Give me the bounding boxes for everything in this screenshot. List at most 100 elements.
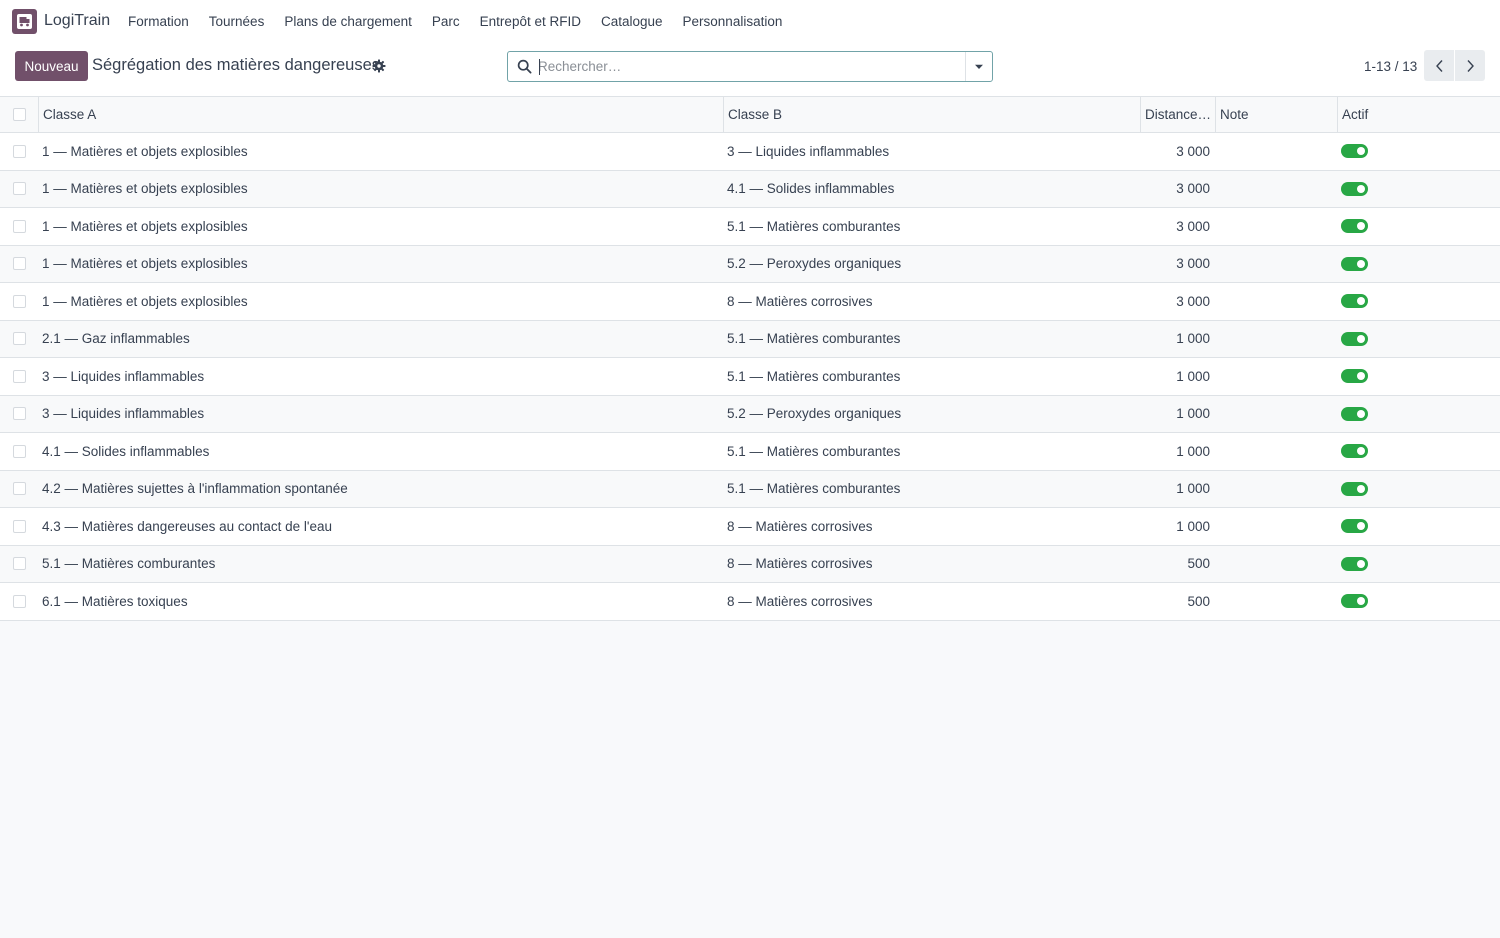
new-button[interactable]: Nouveau <box>15 51 88 81</box>
table-row[interactable]: 5.1 — Matières comburantes 8 — Matières c… <box>0 545 1500 583</box>
table-row[interactable]: 1 — Matières et objets explosibles 8 — Ma… <box>0 283 1500 321</box>
pager-value[interactable]: 1-13 / 13 <box>1364 59 1417 74</box>
cell-classe-b[interactable]: 5.1 — Matières comburantes <box>723 358 1140 395</box>
table-row[interactable]: 2.1 — Gaz inflammables 5.1 — Matières com… <box>0 320 1500 358</box>
row-checkbox[interactable] <box>12 519 26 533</box>
row-checkbox[interactable] <box>12 407 26 421</box>
cell-distance[interactable]: 3 000 <box>1140 283 1215 320</box>
row-checkbox[interactable] <box>12 332 26 346</box>
cell-classe-a[interactable]: 1 — Matières et objets explosibles <box>38 208 723 245</box>
cell-note[interactable] <box>1215 546 1337 583</box>
cell-classe-a[interactable]: 4.1 — Solides inflammables <box>38 433 723 470</box>
active-toggle[interactable] <box>1341 594 1368 609</box>
cell-classe-b[interactable]: 8 — Matières corrosives <box>723 546 1140 583</box>
row-checkbox[interactable] <box>12 557 26 571</box>
cell-distance[interactable]: 1 000 <box>1140 433 1215 470</box>
cell-classe-a[interactable]: 3 — Liquides inflammables <box>38 396 723 433</box>
cell-distance[interactable]: 500 <box>1140 546 1215 583</box>
cell-distance[interactable]: 3 000 <box>1140 246 1215 283</box>
active-toggle[interactable] <box>1341 256 1368 271</box>
cell-note[interactable] <box>1215 133 1337 170</box>
cell-distance[interactable]: 1 000 <box>1140 358 1215 395</box>
cell-classe-b[interactable]: 8 — Matières corrosives <box>723 283 1140 320</box>
table-row[interactable]: 1 — Matières et objets explosibles 5.2 — … <box>0 245 1500 283</box>
row-checkbox[interactable] <box>12 257 26 271</box>
column-header-distance[interactable]: Distance… <box>1140 97 1215 132</box>
active-toggle[interactable] <box>1341 294 1368 309</box>
row-checkbox[interactable] <box>12 369 26 383</box>
cell-classe-b[interactable]: 5.1 — Matières comburantes <box>723 471 1140 508</box>
cell-note[interactable] <box>1215 208 1337 245</box>
cell-classe-b[interactable]: 4.1 — Solides inflammables <box>723 171 1140 208</box>
table-row[interactable]: 4.2 — Matières sujettes à l'inflammation… <box>0 470 1500 508</box>
cell-note[interactable] <box>1215 246 1337 283</box>
select-all-checkbox[interactable] <box>12 108 26 121</box>
cell-distance[interactable]: 500 <box>1140 583 1215 620</box>
menu-plans-de-chargement[interactable]: Plans de chargement <box>274 14 422 29</box>
cell-classe-b[interactable]: 5.2 — Peroxydes organiques <box>723 396 1140 433</box>
app-name[interactable]: LogiTrain <box>44 12 110 30</box>
cell-classe-b[interactable]: 8 — Matières corrosives <box>723 583 1140 620</box>
active-toggle[interactable] <box>1341 144 1368 159</box>
cell-note[interactable] <box>1215 358 1337 395</box>
column-header-actif[interactable]: Actif <box>1337 97 1500 132</box>
cell-note[interactable] <box>1215 583 1337 620</box>
cell-classe-b[interactable]: 5.2 — Peroxydes organiques <box>723 246 1140 283</box>
search-input[interactable] <box>538 55 958 78</box>
row-checkbox[interactable] <box>12 182 26 196</box>
menu-parc[interactable]: Parc <box>422 14 470 29</box>
cell-note[interactable] <box>1215 321 1337 358</box>
cell-classe-a[interactable]: 5.1 — Matières comburantes <box>38 546 723 583</box>
row-checkbox[interactable] <box>12 444 26 458</box>
cell-note[interactable] <box>1215 396 1337 433</box>
app-logo-icon[interactable] <box>12 9 37 34</box>
cell-note[interactable] <box>1215 433 1337 470</box>
cell-distance[interactable]: 1 000 <box>1140 471 1215 508</box>
menu-formation[interactable]: Formation <box>118 14 199 29</box>
active-toggle[interactable] <box>1341 556 1368 571</box>
pager-next-button[interactable] <box>1455 50 1485 81</box>
cell-note[interactable] <box>1215 508 1337 545</box>
cell-classe-a[interactable]: 3 — Liquides inflammables <box>38 358 723 395</box>
cell-classe-b[interactable]: 3 — Liquides inflammables <box>723 133 1140 170</box>
menu-entrepot-et-rfid[interactable]: Entrepôt et RFID <box>470 14 591 29</box>
menu-personnalisation[interactable]: Personnalisation <box>673 14 793 29</box>
table-row[interactable]: 1 — Matières et objets explosibles 5.1 — … <box>0 208 1500 246</box>
table-row[interactable]: 3 — Liquides inflammables 5.1 — Matières … <box>0 358 1500 396</box>
cell-classe-a[interactable]: 6.1 — Matières toxiques <box>38 583 723 620</box>
active-toggle[interactable] <box>1341 331 1368 346</box>
active-toggle[interactable] <box>1341 481 1368 496</box>
menu-catalogue[interactable]: Catalogue <box>591 14 673 29</box>
active-toggle[interactable] <box>1341 181 1368 196</box>
table-row[interactable]: 4.3 — Matières dangereuses au contact de… <box>0 508 1500 546</box>
cell-classe-a[interactable]: 1 — Matières et objets explosibles <box>38 171 723 208</box>
cell-distance[interactable]: 1 000 <box>1140 508 1215 545</box>
row-checkbox[interactable] <box>12 144 26 158</box>
menu-tournees[interactable]: Tournées <box>199 14 275 29</box>
cell-classe-a[interactable]: 2.1 — Gaz inflammables <box>38 321 723 358</box>
cell-classe-a[interactable]: 4.2 — Matières sujettes à l'inflammation… <box>38 471 723 508</box>
table-row[interactable]: 4.1 — Solides inflammables 5.1 — Matières… <box>0 433 1500 471</box>
cell-classe-b[interactable]: 5.1 — Matières comburantes <box>723 433 1140 470</box>
row-checkbox[interactable] <box>12 219 26 233</box>
cell-classe-a[interactable]: 1 — Matières et objets explosibles <box>38 246 723 283</box>
table-row[interactable]: 3 — Liquides inflammables 5.2 — Peroxydes… <box>0 395 1500 433</box>
table-row[interactable]: 6.1 — Matières toxiques 8 — Matières corr… <box>0 583 1500 621</box>
active-toggle[interactable] <box>1341 406 1368 421</box>
cell-distance[interactable]: 1 000 <box>1140 396 1215 433</box>
cell-distance[interactable]: 3 000 <box>1140 171 1215 208</box>
active-toggle[interactable] <box>1341 519 1368 534</box>
active-toggle[interactable] <box>1341 369 1368 384</box>
cell-classe-a[interactable]: 1 — Matières et objets explosibles <box>38 133 723 170</box>
row-checkbox[interactable] <box>12 294 26 308</box>
cell-note[interactable] <box>1215 283 1337 320</box>
cell-distance[interactable]: 3 000 <box>1140 133 1215 170</box>
table-row[interactable]: 1 — Matières et objets explosibles 3 — Li… <box>0 133 1500 171</box>
row-checkbox[interactable] <box>12 594 26 608</box>
cell-classe-b[interactable]: 5.1 — Matières comburantes <box>723 321 1140 358</box>
active-toggle[interactable] <box>1341 444 1368 459</box>
gear-icon[interactable] <box>372 59 386 73</box>
table-row[interactable]: 1 — Matières et objets explosibles 4.1 — … <box>0 170 1500 208</box>
cell-note[interactable] <box>1215 471 1337 508</box>
cell-classe-a[interactable]: 4.3 — Matières dangereuses au contact de… <box>38 508 723 545</box>
